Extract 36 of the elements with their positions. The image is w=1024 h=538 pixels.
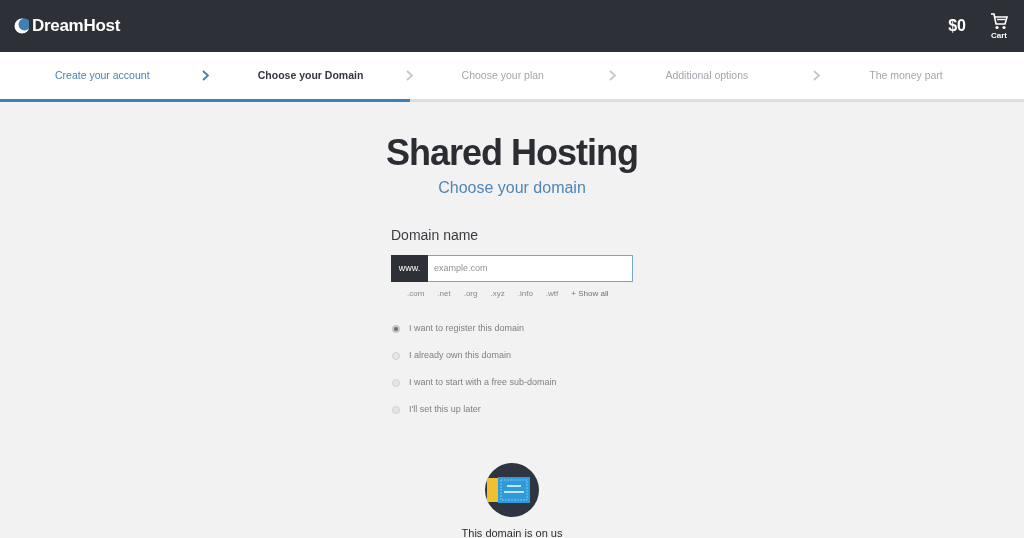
domain-card-illustration-icon bbox=[485, 463, 539, 517]
field-label: Domain name bbox=[391, 226, 479, 244]
domain-input[interactable]: example.com bbox=[428, 255, 633, 282]
radio-button[interactable] bbox=[392, 378, 400, 387]
tld-option[interactable]: .info bbox=[517, 288, 533, 300]
chevron-icon bbox=[609, 70, 617, 81]
step-tab[interactable]: Create your account bbox=[55, 67, 150, 84]
step-tab[interactable]: Additional options bbox=[665, 67, 749, 84]
tld-option[interactable]: .org bbox=[463, 288, 478, 300]
step-tab[interactable]: Choose your Domain bbox=[257, 67, 364, 84]
tld-option[interactable]: .com bbox=[407, 288, 425, 300]
promo-text: This domain is on us bbox=[461, 526, 563, 538]
chevron-icon bbox=[813, 70, 821, 81]
radio-button[interactable] bbox=[392, 351, 400, 360]
page-title: Shared Hosting bbox=[386, 131, 638, 175]
logo-text[interactable]: DreamHost bbox=[32, 13, 120, 39]
show-all-link[interactable]: + Show all bbox=[571, 288, 609, 300]
chevron-icon bbox=[405, 70, 413, 81]
cart-button[interactable]: Cart bbox=[990, 12, 1008, 40]
radio-button[interactable] bbox=[392, 405, 400, 414]
tld-option[interactable]: .wtf bbox=[545, 288, 559, 300]
chevron-icon bbox=[201, 70, 209, 81]
radio-label: I'll set this up later bbox=[409, 403, 481, 416]
step-tab[interactable]: The money part bbox=[869, 67, 943, 84]
www-prefix: www. bbox=[391, 255, 428, 282]
radio-label: I already own this domain bbox=[409, 349, 512, 362]
radio-label: I want to register this domain bbox=[409, 322, 525, 335]
cart-total: $0 bbox=[948, 16, 966, 36]
page-subtitle: Choose your domain bbox=[438, 178, 586, 198]
radio-label: I want to start with a free sub-domain bbox=[409, 376, 557, 389]
step-tab[interactable]: Choose your plan bbox=[461, 67, 544, 84]
tld-option[interactable]: .xyz bbox=[490, 288, 505, 300]
radio-button[interactable] bbox=[392, 324, 400, 333]
cart-icon bbox=[990, 12, 1008, 30]
moon-logo-icon bbox=[14, 18, 29, 34]
tld-option[interactable]: .net bbox=[437, 288, 451, 300]
